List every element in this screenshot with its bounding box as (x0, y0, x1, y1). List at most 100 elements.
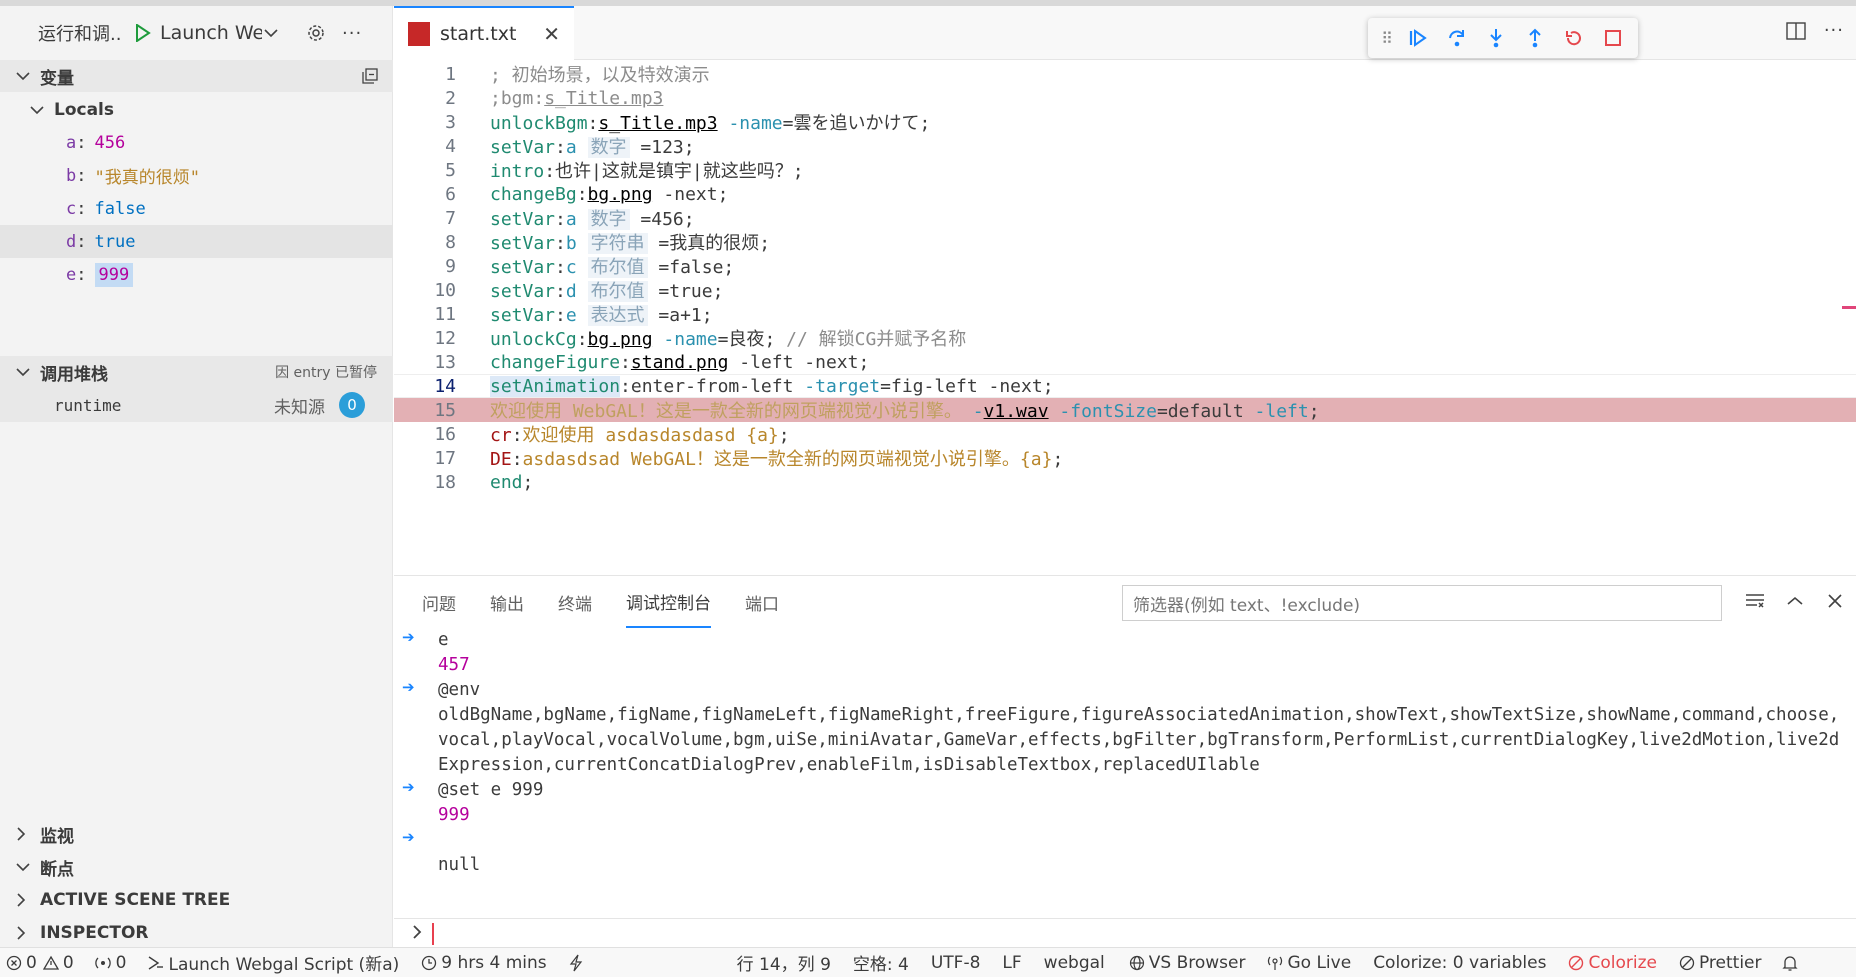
continue-button[interactable] (1398, 18, 1437, 58)
console-line: null (438, 855, 481, 875)
warning-count: 0 (62, 952, 74, 973)
scrollbar-marker (1842, 306, 1856, 309)
console-line: 999 (438, 805, 470, 825)
prettier-label: Prettier (1698, 952, 1762, 973)
gear-icon[interactable] (304, 21, 328, 45)
split-editor-icon[interactable] (1786, 22, 1808, 42)
tab-terminal[interactable]: 终端 (558, 576, 592, 628)
continue-icon (1409, 29, 1427, 47)
notifications-icon[interactable] (1781, 954, 1802, 972)
collapse-all-icon[interactable] (361, 67, 379, 85)
chevron-up-icon[interactable] (1784, 590, 1806, 612)
debug-sidebar: 运行和调... Launch We ··· 变量 Locals a: 456 b… (0, 6, 393, 947)
go-live-button[interactable]: Go Live (1267, 953, 1351, 973)
cursor-position[interactable]: 行 14，列 9 (737, 950, 831, 975)
step-out-button[interactable] (1515, 18, 1554, 58)
close-icon[interactable] (1824, 590, 1846, 612)
more-actions-icon[interactable]: ··· (342, 23, 362, 44)
variable-name: d (66, 231, 77, 252)
variable-row[interactable]: d: true (0, 225, 393, 258)
frame-source: 未知源 (274, 397, 325, 418)
bottom-panel: 问题 输出 终端 调试控制台 端口 筛选器(例如 text、!exclude) … (394, 575, 1856, 947)
variable-row[interactable]: a: 456 (0, 126, 393, 159)
frame-name: runtime (54, 395, 122, 415)
debug-console-output: ➔ e 457 ➔ @env oldBgName,bgName,figName,… (394, 628, 1856, 918)
console-filter-input[interactable]: 筛选器(例如 text、!exclude) (1122, 585, 1722, 621)
step-over-button[interactable] (1437, 18, 1476, 58)
variable-row[interactable]: c: false (0, 192, 393, 225)
time-tracker[interactable]: 9 hrs 4 mins (421, 953, 547, 973)
code-line: 2 ;bgm:s_Title.mp3 (445, 87, 664, 109)
inspector-section-header[interactable]: INSPECTOR (0, 917, 393, 949)
colorize-variables[interactable]: Colorize: 0 variables (1373, 953, 1546, 973)
encoding[interactable]: UTF-8 (931, 953, 981, 973)
watch-title: 监视 (40, 826, 74, 847)
callstack-frame[interactable]: runtime 未知源 0 (0, 388, 393, 422)
input-arrow-icon: ➔ (402, 628, 415, 646)
locals-scope[interactable]: Locals (0, 93, 393, 126)
launch-config-select[interactable]: Launch We (160, 22, 262, 44)
tab-ports[interactable]: 端口 (745, 576, 779, 628)
error-icon (6, 955, 22, 970)
close-icon[interactable]: ✕ (543, 22, 560, 46)
code-line: 5 intro:也许|这就是镇宇|就这些吗？; (445, 159, 804, 183)
tab-output[interactable]: 输出 (490, 576, 524, 628)
callstack-section-header[interactable]: 调用堆栈 因 entry 已暂停 (0, 356, 393, 388)
step-out-icon (1528, 28, 1541, 48)
broadcast-icon (1268, 956, 1283, 970)
code-line: 17 DE:asdasdsad WebGAL！这是一款全新的网页端视觉小说引擎。{… (434, 447, 1064, 471)
ports-status[interactable]: 0 (94, 953, 126, 973)
variable-value: 999 (94, 262, 134, 287)
more-actions-icon[interactable]: ··· (1824, 20, 1844, 41)
prettier-button[interactable]: Prettier (1679, 953, 1762, 973)
restart-button[interactable] (1554, 18, 1593, 58)
variables-section-header[interactable]: 变量 (0, 60, 393, 92)
console-input[interactable] (394, 918, 1856, 948)
text-cursor (432, 922, 434, 945)
code-line: 13 changeFigure:stand.png -left -next; (434, 351, 870, 373)
clear-console-icon[interactable] (1744, 590, 1766, 612)
chevron-down-icon[interactable] (262, 24, 280, 42)
variables-title: 变量 (40, 68, 74, 89)
variable-row[interactable]: b: "我真的很烦" (0, 159, 393, 192)
console-line: @env (438, 680, 481, 700)
lightning-icon[interactable] (569, 954, 587, 972)
stop-button[interactable] (1593, 18, 1632, 58)
code-line: 10 setVar:d 布尔值 =true; (434, 279, 724, 302)
code-line: 12 unlockCg:bg.png -name=良夜; // 解锁CG并赋予名称 (434, 327, 967, 351)
code-line: 9 setVar:c 布尔值 =false; (445, 255, 735, 278)
start-debugging-button[interactable] (132, 22, 154, 44)
launch-status[interactable]: Launch Webgal Script (新a) (146, 950, 399, 975)
variable-row[interactable]: e: 999 (0, 258, 393, 291)
step-into-button[interactable] (1476, 18, 1515, 58)
indentation[interactable]: 空格: 4 (853, 950, 909, 975)
vs-browser-button[interactable]: VS Browser (1129, 953, 1245, 973)
colorize-button[interactable]: Colorize (1568, 953, 1657, 973)
callstack-title: 调用堆栈 (40, 364, 108, 385)
tab-problems[interactable]: 问题 (422, 576, 456, 628)
code-line: 11 setVar:e 表达式 =a+1; (434, 303, 713, 326)
scene-tree-section-header[interactable]: ACTIVE SCENE TREE (0, 884, 393, 916)
variable-value: "我真的很烦" (94, 168, 200, 188)
drag-handle-icon[interactable]: ⠿ (1376, 29, 1398, 48)
variable-name: e (66, 264, 77, 285)
line-ending[interactable]: LF (1002, 953, 1021, 973)
breakpoints-title: 断点 (40, 859, 74, 880)
step-over-icon (1448, 30, 1464, 47)
language-mode[interactable]: webgal (1044, 953, 1105, 973)
execution-line: 15 欢迎使用 WebGAL！这是一款全新的网页端视觉小说引擎。 -v1.wav … (394, 398, 1856, 422)
sidebar-title: 运行和调... (38, 24, 120, 45)
breakpoints-section-header[interactable]: 断点 (0, 851, 393, 883)
variable-value: 456 (94, 132, 126, 153)
tab-start-txt[interactable]: start.txt ✕ (394, 6, 574, 60)
colorize-label: Colorize (1588, 952, 1657, 973)
restart-icon (1565, 31, 1581, 46)
problems-status[interactable]: 0 0 (6, 953, 74, 973)
status-bar: 0 0 0 Launch Webgal Script (新a) 9 hrs 4 … (0, 947, 1856, 977)
frame-badge: 0 (339, 392, 365, 418)
tab-debug-console[interactable]: 调试控制台 (626, 576, 711, 628)
code-editor[interactable]: 1; 初始场景，以及特效演示 2 ;bgm:s_Title.mp3 3 unlock… (394, 60, 1856, 574)
no-entry-icon (1569, 955, 1584, 970)
scene-tree-title: ACTIVE SCENE TREE (40, 890, 231, 910)
watch-section-header[interactable]: 监视 (0, 818, 393, 850)
